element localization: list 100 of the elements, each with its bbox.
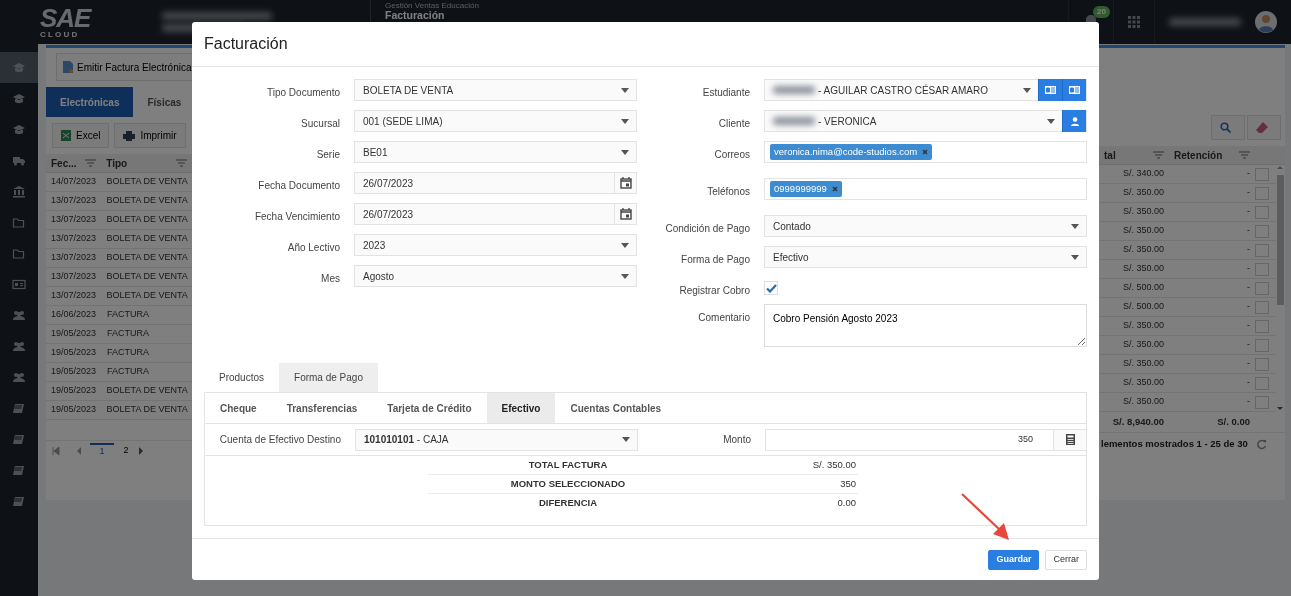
remove-icon[interactable] — [831, 186, 838, 192]
row-menu-button[interactable] — [1255, 224, 1269, 238]
checkbox[interactable] — [764, 281, 778, 295]
row-menu-button[interactable] — [1255, 262, 1269, 276]
close-button[interactable]: Cerrar — [1045, 550, 1087, 570]
field-label: Año Lectivo — [286, 241, 340, 255]
id-card-button[interactable] — [1062, 79, 1086, 101]
scrollbar[interactable] — [1276, 165, 1285, 412]
table-cell-text: FACTURA — [106, 346, 150, 360]
summary-label: MONTO SELECCIONADO — [509, 476, 627, 491]
row-menu-button[interactable] — [1255, 205, 1269, 219]
summary-value: 350 — [839, 476, 857, 491]
table-cell-text: S/. 8,940.00 — [1111, 414, 1165, 429]
dropdown[interactable]: BE01 — [354, 141, 637, 163]
folder-icon — [12, 216, 26, 229]
filter-icon[interactable] — [1239, 151, 1250, 159]
dropdown[interactable]: Contado — [764, 215, 1087, 237]
clear-button[interactable] — [1247, 115, 1281, 140]
table-cell-text: 13/07/2023 — [50, 213, 98, 227]
table-cell-text: 13/07/2023 — [50, 289, 98, 303]
next-page-icon[interactable] — [138, 446, 144, 455]
tag-input[interactable]: veronica.nima@code-studios.com — [764, 141, 1087, 163]
row-menu-button[interactable] — [1255, 186, 1269, 200]
table-cell-text: - — [1246, 186, 1251, 200]
save-button[interactable]: Guardar — [988, 550, 1040, 570]
table-cell-text: 14/07/2023 — [50, 175, 98, 189]
date-field[interactable]: 26/07/2023 — [354, 172, 637, 194]
row-menu-button[interactable] — [1255, 243, 1269, 257]
comment-field[interactable]: Cobro Pensión Agosto 2023 — [764, 304, 1087, 347]
field-label: Estudiante — [701, 86, 750, 100]
id-card-button[interactable] — [1038, 79, 1062, 101]
table-cell-text: BOLETA DE VENTA — [105, 213, 189, 227]
table-cell-text: - — [1246, 262, 1251, 276]
dropdown[interactable]: 101010101 - CAJA — [355, 428, 638, 451]
refresh-icon[interactable] — [1256, 438, 1267, 450]
table-cell-text: - — [1246, 243, 1251, 257]
eraser-icon — [1256, 122, 1268, 133]
table-cell-text: - — [1246, 281, 1251, 295]
excel-button[interactable]: Excel — [52, 123, 110, 148]
table-cell-text: - — [1246, 300, 1251, 314]
search-button[interactable] — [1211, 115, 1245, 140]
first-page-icon[interactable] — [52, 446, 60, 455]
dropdown[interactable]: Efectivo — [764, 246, 1087, 268]
caret-icon — [1070, 222, 1080, 230]
filter-icon[interactable] — [85, 159, 97, 167]
person-button[interactable] — [1062, 110, 1086, 132]
row-menu-button[interactable] — [1255, 376, 1269, 390]
previous-page-icon[interactable] — [76, 446, 82, 455]
table-cell-text: BOLETA DE VENTA — [105, 384, 189, 398]
page-button[interactable]: 2 — [114, 443, 138, 458]
tab[interactable]: Efectivo — [486, 393, 556, 423]
date-field[interactable]: 26/07/2023 — [354, 203, 637, 225]
field-label: Condición de Pago — [664, 222, 750, 236]
row-menu-button[interactable] — [1255, 167, 1269, 181]
row-menu-button[interactable] — [1255, 300, 1269, 314]
search-icon — [1220, 122, 1231, 133]
row-menu-button[interactable] — [1255, 281, 1269, 295]
calculator-button[interactable] — [1053, 429, 1086, 450]
dropdown[interactable]: 001 (SEDE LIMA) — [354, 110, 637, 132]
notification-badge: 20 — [1093, 6, 1110, 18]
field-label: Tipo Documento — [266, 86, 340, 100]
blurred-text — [1169, 18, 1241, 26]
summary-value: S/. 350.00 — [811, 457, 857, 472]
dropdown[interactable]: - VERONICA — [764, 110, 1087, 132]
spreadsheet-icon — [61, 130, 71, 141]
id-card-icon — [1045, 86, 1056, 94]
table-cell-text: - — [1246, 357, 1251, 371]
filter-icon[interactable] — [176, 159, 187, 167]
table-cell-text: FACTURA — [106, 327, 150, 341]
dropdown[interactable]: Agosto — [354, 265, 637, 287]
table-cell-text: BOLETA DE VENTA — [105, 270, 189, 284]
printer-icon — [123, 130, 136, 141]
tab[interactable]: Forma de Pago — [279, 363, 378, 392]
row-menu-button[interactable] — [1255, 357, 1269, 371]
print-button[interactable]: Imprimir — [114, 123, 186, 148]
field-label: Sucursal — [300, 117, 340, 131]
logo: SAE — [40, 5, 93, 31]
dropdown[interactable]: BOLETA DE VENTA — [354, 79, 637, 101]
apps-grid-icon[interactable] — [1128, 16, 1140, 28]
dropdown[interactable]: 2023 — [354, 234, 637, 256]
table-cell-text: S/. 500.00 — [1121, 281, 1165, 295]
table-cell-text: S/. 350.00 — [1121, 205, 1165, 219]
row-menu-button[interactable] — [1255, 395, 1269, 409]
sidebar-item[interactable] — [0, 52, 38, 83]
caret-icon — [620, 117, 630, 125]
amount-field[interactable]: 350 — [765, 428, 1087, 451]
table-cell-text: S/. 0.00 — [1216, 414, 1251, 429]
table-cell-text: S/. 350.00 — [1121, 338, 1165, 352]
tag-input[interactable]: 0999999999 — [764, 178, 1087, 200]
folder-icon — [12, 247, 26, 260]
row-menu-button[interactable] — [1255, 319, 1269, 333]
users-icon — [12, 340, 26, 353]
caret-icon — [620, 241, 630, 249]
avatar[interactable] — [1255, 11, 1277, 33]
remove-icon[interactable] — [922, 149, 929, 155]
tag: veronica.nima@code-studios.com — [770, 143, 933, 161]
row-menu-button[interactable] — [1255, 338, 1269, 352]
status-text: lementos mostrados 1 - 25 de 30 — [1101, 436, 1248, 451]
dropdown[interactable]: - AGUILAR CASTRO CÉSAR AMARO — [764, 79, 1087, 101]
filter-icon[interactable] — [1153, 151, 1164, 159]
